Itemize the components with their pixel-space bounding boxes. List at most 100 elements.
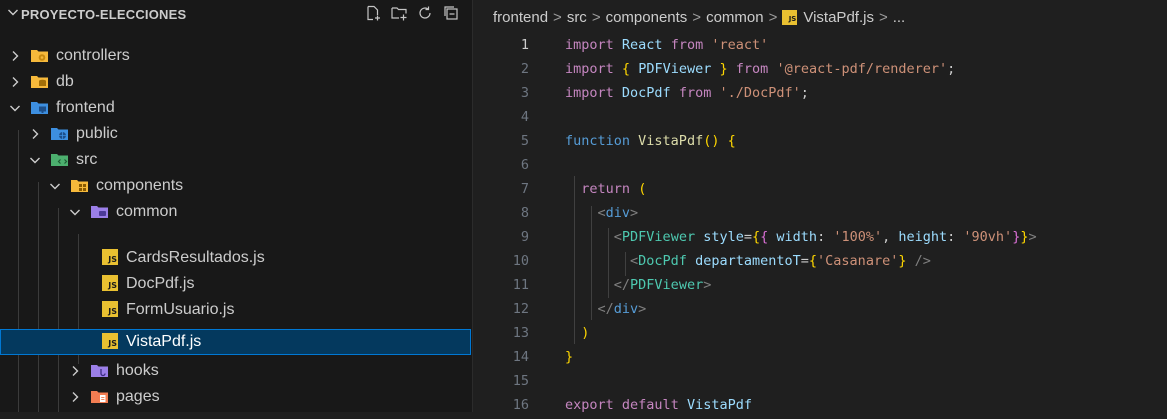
line-number: 5 <box>520 133 529 149</box>
src-folder-icon <box>51 152 68 167</box>
tree-item-controllers[interactable]: controllers <box>0 43 471 69</box>
breadcrumb: frontend > src > components > common > J… <box>493 6 905 28</box>
chevron-right-icon <box>8 49 22 63</box>
chevron-right-icon <box>68 364 82 378</box>
tree-item-docpdf-js[interactable]: JS DocPdf.js <box>0 271 471 297</box>
code-line[interactable]: 15 <box>473 371 1167 395</box>
pages-folder-icon <box>91 389 108 404</box>
code-text[interactable]: </PDFViewer> <box>565 277 712 293</box>
tree-item-common[interactable]: common <box>0 199 471 225</box>
js-file-icon: JS <box>102 275 119 291</box>
line-number: 12 <box>512 301 529 317</box>
tree-item-hooks[interactable]: hooks <box>0 358 471 384</box>
chevron-down-icon <box>48 179 62 193</box>
code-line[interactable]: 16 export default VistaPdf <box>473 395 1167 419</box>
tree-item-components[interactable]: components <box>0 173 471 199</box>
line-number: 9 <box>520 229 529 245</box>
refresh-icon[interactable] <box>416 4 434 22</box>
tree-item-db[interactable]: db <box>0 69 471 95</box>
chevron-right-icon: > <box>692 8 702 26</box>
code-text[interactable]: return ( <box>565 181 646 197</box>
code-line[interactable]: 14} <box>473 347 1167 371</box>
tree-item-vistapdf-js[interactable]: JS VistaPdf.js <box>0 329 471 355</box>
line-number: 2 <box>520 61 529 77</box>
code-line[interactable]: 5 function VistaPdf() { <box>473 131 1167 155</box>
code-line[interactable]: 3 import DocPdf from './DocPdf'; <box>473 83 1167 107</box>
line-number: 16 <box>512 397 529 413</box>
code-text[interactable]: import DocPdf from './DocPdf'; <box>565 85 809 101</box>
code-text[interactable]: <div> <box>565 205 639 221</box>
code-text[interactable]: <DocPdf departamentoT={'Casanare'} /> <box>565 253 931 269</box>
code-line[interactable]: 2 import { PDFViewer } from '@react-pdf/r… <box>473 59 1167 83</box>
tree-item-label: frontend <box>56 99 115 116</box>
frontend-folder-icon <box>31 100 48 115</box>
chevron-down-icon[interactable] <box>6 5 20 19</box>
code-line[interactable]: 9 <PDFViewer style={{ width: '100%', hei… <box>473 227 1167 251</box>
new-file-icon[interactable] <box>364 4 382 22</box>
code-text[interactable]: </div> <box>565 301 647 317</box>
tree-item-label: src <box>76 151 98 168</box>
public-folder-icon <box>51 126 68 141</box>
line-number: 7 <box>520 181 529 197</box>
tree-item-label: FormUsuario.js <box>126 301 235 318</box>
tree-item-label: pages <box>116 388 160 405</box>
collapse-all-icon[interactable] <box>442 4 460 22</box>
breadcrumb-item-frontend[interactable]: frontend <box>493 9 548 26</box>
explorer-title: PROYECTO-ELECCIONES <box>21 7 187 22</box>
tree-item-label: DocPdf.js <box>126 275 195 292</box>
tree-item-label: components <box>96 177 184 194</box>
tree-item-label: controllers <box>56 47 130 64</box>
explorer-header[interactable]: PROYECTO-ELECCIONES <box>0 0 472 26</box>
chevron-right-icon: > <box>553 8 562 26</box>
code-line[interactable]: 13 ) <box>473 323 1167 347</box>
tree-item-label: VistaPdf.js <box>126 333 202 350</box>
js-file-icon: JS <box>102 249 119 265</box>
code-text[interactable]: ) <box>565 325 589 341</box>
code-line[interactable]: 4 <box>473 107 1167 131</box>
code-text[interactable]: <PDFViewer style={{ width: '100%', heigh… <box>565 229 1037 245</box>
code-line[interactable]: 11 </PDFViewer> <box>473 275 1167 299</box>
tree-item-frontend[interactable]: frontend <box>0 95 471 121</box>
tree-item-label: db <box>56 73 74 90</box>
code-line[interactable]: 12 </div> <box>473 299 1167 323</box>
code-text[interactable]: export default VistaPdf <box>565 397 752 413</box>
line-number: 8 <box>520 205 529 221</box>
explorer-actions <box>364 4 460 22</box>
code-line[interactable]: 8 <div> <box>473 203 1167 227</box>
tree-item-pages[interactable]: pages <box>0 384 471 410</box>
line-number: 4 <box>520 109 529 125</box>
code-line[interactable]: 6 <box>473 155 1167 179</box>
code-line[interactable]: 1 import React from 'react' <box>473 35 1167 59</box>
js-file-icon: JS <box>782 9 798 25</box>
breadcrumb-item-src[interactable]: src <box>567 9 587 26</box>
chevron-right-icon <box>8 75 22 89</box>
components-folder-icon <box>71 178 88 193</box>
line-number: 1 <box>520 37 529 53</box>
code-text[interactable]: import { PDFViewer } from '@react-pdf/re… <box>565 61 955 77</box>
tree-item-public[interactable]: public <box>0 121 471 147</box>
code-line[interactable]: 7 return ( <box>473 179 1167 203</box>
code-text[interactable]: import React from 'react' <box>565 37 768 53</box>
code-text[interactable]: } <box>565 349 573 365</box>
breadcrumb-item-common[interactable]: common <box>706 9 764 26</box>
chevron-right-icon: > <box>768 8 778 26</box>
tree-item-src[interactable]: src <box>0 147 471 173</box>
line-number: 14 <box>512 349 529 365</box>
tree-item-label: hooks <box>116 362 159 379</box>
breadcrumb-item-components[interactable]: components <box>606 9 688 26</box>
chevron-right-icon <box>68 390 82 404</box>
controllers-folder-icon <box>31 48 48 63</box>
code-line[interactable]: 10 <DocPdf departamentoT={'Casanare'} /> <box>473 251 1167 275</box>
tree-item-formusuario-js[interactable]: JS FormUsuario.js <box>0 297 471 323</box>
line-number: 11 <box>512 277 529 293</box>
code-editor: frontend > src > components > common > J… <box>473 0 1167 413</box>
explorer-sidebar: PROYECTO-ELECCIONES controllers db front… <box>0 0 473 412</box>
chevron-right-icon: > <box>878 8 888 26</box>
tree-item-cardsresultados-js[interactable]: JS CardsResultados.js <box>0 245 471 271</box>
line-number: 3 <box>520 85 529 101</box>
new-folder-icon[interactable] <box>390 4 408 22</box>
common-folder-icon <box>91 204 108 219</box>
breadcrumb-item-symbols[interactable]: ... <box>893 9 906 26</box>
breadcrumb-item-file[interactable]: VistaPdf.js <box>803 9 874 26</box>
code-text[interactable]: function VistaPdf() { <box>565 133 736 149</box>
